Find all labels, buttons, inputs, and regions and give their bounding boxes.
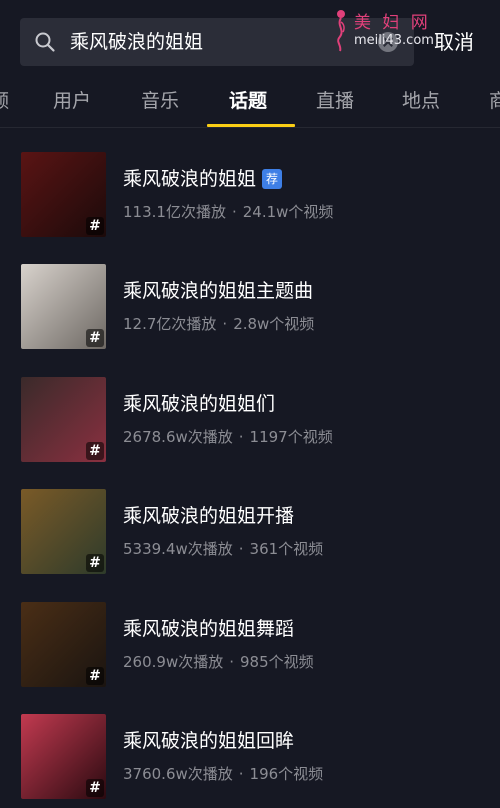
topic-thumbnail: #: [21, 152, 106, 237]
video-count: 361个视频: [249, 540, 324, 558]
topic-list-item[interactable]: # 乘风破浪的姐姐们 2678.6w次播放 · 1197个视频: [0, 353, 500, 465]
topic-title: 乘风破浪的姐姐荐: [123, 166, 283, 192]
stats-separator: ·: [238, 765, 244, 783]
topic-title-text: 乘风破浪的姐姐: [123, 168, 257, 190]
topic-list-item[interactable]: # 乘风破浪的姐姐主题曲 12.7亿次播放 · 2.8w个视频: [0, 240, 500, 352]
search-input[interactable]: 乘风破浪的姐姐: [70, 18, 203, 66]
topic-thumbnail: #: [21, 264, 106, 349]
topic-thumbnail: #: [21, 377, 106, 462]
play-count: 12.7亿次播放: [123, 315, 217, 333]
category-tabs: 频 用户 音乐 话题 直播 地点 商: [0, 78, 500, 128]
topic-stats: 260.9w次播放 · 985个视频: [123, 652, 314, 672]
play-count: 5339.4w次播放: [123, 540, 233, 558]
play-count: 260.9w次播放: [123, 653, 224, 671]
topic-title: 乘风破浪的姐姐们: [123, 391, 275, 417]
topic-title: 乘风破浪的姐姐舞蹈: [123, 616, 294, 642]
search-icon: [35, 32, 55, 52]
cancel-button[interactable]: 取消: [434, 22, 474, 62]
tab-users[interactable]: 用户: [53, 78, 91, 124]
topic-title: 乘风破浪的姐姐主题曲: [123, 278, 313, 304]
topic-title-text: 乘风破浪的姐姐主题曲: [123, 280, 314, 302]
topic-stats: 12.7亿次播放 · 2.8w个视频: [123, 314, 314, 334]
tab-video[interactable]: 频: [0, 78, 9, 124]
video-count: 2.8w个视频: [233, 315, 315, 333]
hashtag-icon: #: [86, 217, 104, 235]
tab-shop[interactable]: 商: [489, 78, 500, 124]
topic-list-item[interactable]: # 乘风破浪的姐姐开播 5339.4w次播放 · 361个视频: [0, 465, 500, 577]
stats-separator: ·: [231, 203, 237, 221]
topic-thumbnail: #: [21, 714, 106, 799]
hashtag-icon: #: [86, 779, 104, 797]
play-count: 3760.6w次播放: [123, 765, 233, 783]
hashtag-icon: #: [86, 667, 104, 685]
topic-list-item[interactable]: # 乘风破浪的姐姐舞蹈 260.9w次播放 · 985个视频: [0, 578, 500, 690]
stats-separator: ·: [238, 540, 244, 558]
topic-title: 乘风破浪的姐姐回眸: [123, 728, 294, 754]
video-count: 196个视频: [249, 765, 324, 783]
play-count: 2678.6w次播放: [123, 428, 233, 446]
topic-title-text: 乘风破浪的姐姐们: [123, 393, 276, 415]
stats-separator: ·: [229, 653, 234, 671]
topic-stats: 5339.4w次播放 · 361个视频: [123, 539, 323, 559]
stats-separator: ·: [238, 428, 244, 446]
hashtag-icon: #: [86, 442, 104, 460]
tab-music[interactable]: 音乐: [141, 78, 179, 124]
topic-list-item[interactable]: # 乘风破浪的姐姐荐 113.1亿次播放 · 24.1w个视频: [0, 128, 500, 240]
stats-separator: ·: [222, 315, 228, 333]
topic-title-text: 乘风破浪的姐姐舞蹈: [123, 618, 295, 640]
topic-thumbnail: #: [21, 602, 106, 687]
video-count: 1197个视频: [249, 428, 333, 446]
topic-stats: 113.1亿次播放 · 24.1w个视频: [123, 202, 333, 222]
video-count: 24.1w个视频: [242, 203, 334, 221]
clear-icon[interactable]: [378, 32, 398, 52]
tab-live[interactable]: 直播: [316, 78, 354, 124]
search-bar[interactable]: 乘风破浪的姐姐: [20, 18, 414, 66]
recommended-badge: 荐: [262, 169, 283, 189]
video-count: 985个视频: [240, 653, 314, 671]
hashtag-icon: #: [86, 554, 104, 572]
topic-stats: 3760.6w次播放 · 196个视频: [123, 764, 323, 784]
tab-topics[interactable]: 话题: [229, 78, 267, 124]
topic-list-item[interactable]: # 乘风破浪的姐姐回眸 3760.6w次播放 · 196个视频: [0, 690, 500, 802]
tab-places[interactable]: 地点: [402, 78, 440, 124]
topic-title-text: 乘风破浪的姐姐回眸: [123, 730, 295, 752]
hashtag-icon: #: [86, 329, 104, 347]
topic-stats: 2678.6w次播放 · 1197个视频: [123, 427, 333, 447]
play-count: 113.1亿次播放: [123, 203, 226, 221]
topic-title: 乘风破浪的姐姐开播: [123, 503, 294, 529]
topic-title-text: 乘风破浪的姐姐开播: [123, 505, 295, 527]
app-root: 乘风破浪的姐姐 取消 美 妇 网 meili43.com 频 用户 音乐 话题 …: [0, 0, 500, 808]
topic-thumbnail: #: [21, 489, 106, 574]
